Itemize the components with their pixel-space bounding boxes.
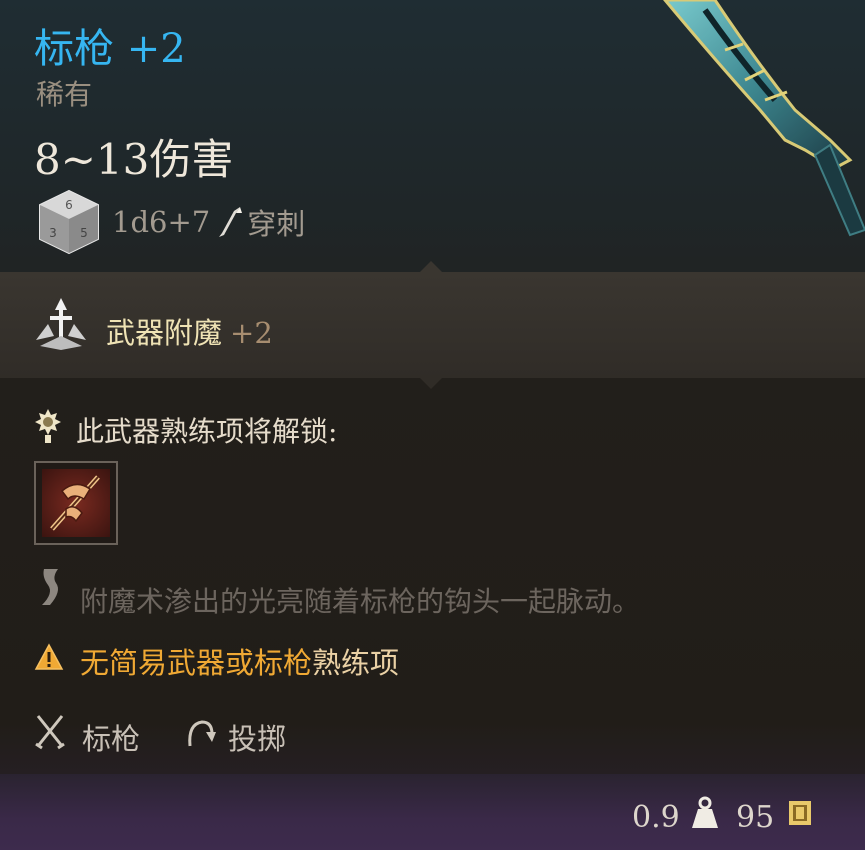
item-weight: 0.9 <box>632 800 680 835</box>
enchantment: 武器附魔 +2 <box>106 310 273 352</box>
svg-text:5: 5 <box>80 226 88 240</box>
property-weapon-type: 标枪 <box>82 722 141 756</box>
item-name: 标枪 +2 <box>34 26 186 72</box>
damage-type: 穿刺 <box>247 207 306 241</box>
piercing-icon <box>219 207 243 237</box>
javelin-throw-action-icon <box>42 469 110 537</box>
weapon-art-icon <box>663 0 865 237</box>
enchantment-value: +2 <box>230 316 273 350</box>
proficiency-unlock-text: 此武器熟练项将解锁: <box>76 415 338 448</box>
flavor-text-icon <box>42 569 58 605</box>
warning-icon <box>34 643 64 670</box>
proficiency-action-slot[interactable] <box>34 461 118 545</box>
warning-rest: 熟练项 <box>312 646 400 680</box>
band-notch-bottom <box>420 378 442 389</box>
flavor-text: 附魔术渗出的光亮随着标枪的钩头一起脉动。 <box>80 585 641 618</box>
damage-range: 8~13伤害 <box>34 135 234 184</box>
property-thrown: 投掷 <box>228 722 287 756</box>
proficiency-warning: 无简易武器或标枪熟练项 <box>80 640 399 682</box>
throw-icon <box>188 720 216 747</box>
svg-text:6: 6 <box>65 198 73 212</box>
gold-coin-icon <box>789 801 811 825</box>
weapon-enchant-icon <box>36 298 86 350</box>
band-notch-top <box>420 261 442 272</box>
enchantment-label: 武器附魔 <box>106 316 223 350</box>
item-tooltip: 标枪 +2 稀有 8~13伤害 6 3 5 1d6+7 穿刺 武器附魔 +2 此… <box>0 0 865 850</box>
damage-dice-row: 6 3 5 1d6+7 穿刺 <box>36 186 305 258</box>
item-price: 95 <box>736 800 775 835</box>
item-rarity: 稀有 <box>36 78 93 111</box>
damage-dice: 1d6+7 <box>112 205 211 239</box>
weight-icon <box>692 796 718 828</box>
warning-highlight: 无简易武器或标枪 <box>80 646 313 680</box>
crossed-weapons-icon <box>35 715 65 750</box>
proficiency-icon <box>35 409 61 443</box>
dice-icon: 6 3 5 <box>39 189 99 255</box>
svg-text:3: 3 <box>49 226 57 240</box>
